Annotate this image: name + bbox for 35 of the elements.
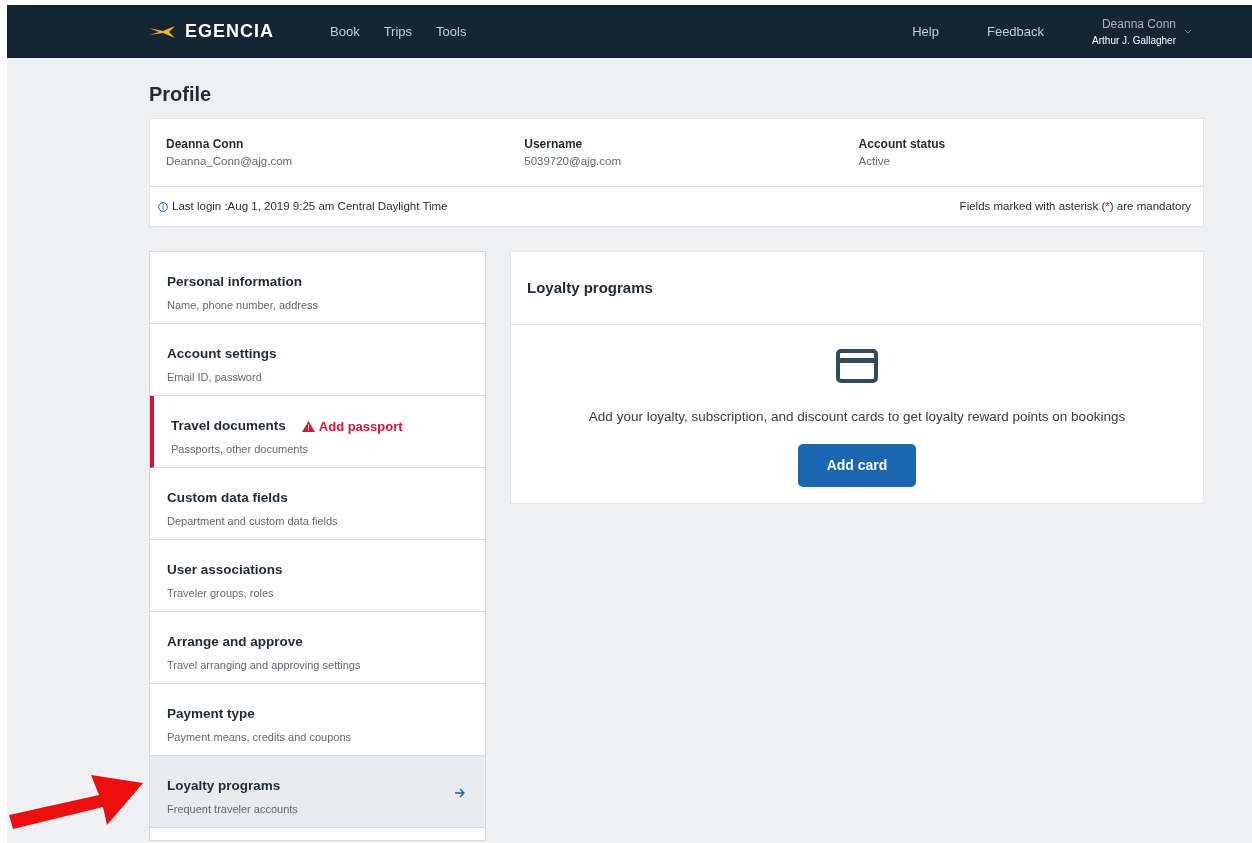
add-card-button[interactable]: Add card — [798, 443, 916, 487]
sidebar-item[interactable]: Travel documents Add passport Passports, other documents — [150, 396, 485, 469]
credit-card-icon — [836, 349, 878, 384]
plane-logo-icon — [149, 24, 177, 39]
field-label: Account status — [858, 136, 947, 153]
loyalty-message: Add your loyalty, subscription, and discount cards to get loyalty reward points on bookings — [588, 408, 1126, 427]
sidebar-item[interactable]: Loyalty programs Frequent traveler accounts — [150, 756, 485, 829]
sidebar-item[interactable]: Arrange and approve Travel arranging and approving settings — [150, 612, 485, 685]
page-title: Profile — [149, 82, 213, 106]
field-label: Deanna Conn — [166, 136, 245, 153]
field-value: Deanna_Conn@ajg.com — [166, 154, 294, 169]
user-name: Deanna Conn — [1100, 16, 1176, 33]
nav-link[interactable]: Tools — [436, 21, 467, 42]
panel-title: Loyalty programs — [527, 279, 653, 298]
sidebar-item[interactable]: User associations Traveler groups, roles — [150, 540, 485, 613]
arrow-right-icon — [454, 788, 465, 799]
sidebar-item[interactable]: Custom data fields Department and custom data fields — [150, 468, 485, 541]
nav-link[interactable]: Book — [330, 21, 360, 42]
warning-icon — [301, 420, 315, 432]
nav-link[interactable]: Help — [912, 21, 939, 42]
nav-link[interactable]: Trips — [383, 21, 413, 42]
nav-link[interactable]: Feedback — [986, 21, 1045, 42]
add-passport-link[interactable]: Add passport — [301, 416, 403, 437]
logo-link[interactable]: EGENCIA — [149, 18, 274, 45]
mandatory-note: Fields marked with asterisk (*) are mandatory — [959, 199, 1191, 215]
chevron-down-icon — [1184, 29, 1192, 34]
sidebar-item[interactable]: Account settings Email ID, password — [150, 324, 485, 397]
user-menu[interactable]: Deanna Conn Arthur J. Gallagher — [1092, 15, 1192, 48]
last-login-text: Last login :Aug 1, 2019 9:25 am Central Daylight Time — [172, 199, 448, 215]
company-name: Arthur J. Gallagher — [1092, 34, 1176, 48]
sidebar-item[interactable]: Personal information Name, phone number, address — [150, 252, 485, 325]
field-value: 5039720@ajg.com — [524, 154, 622, 169]
info-icon — [158, 201, 168, 212]
field-label: Username — [524, 136, 584, 153]
field-value: Active — [858, 154, 891, 169]
